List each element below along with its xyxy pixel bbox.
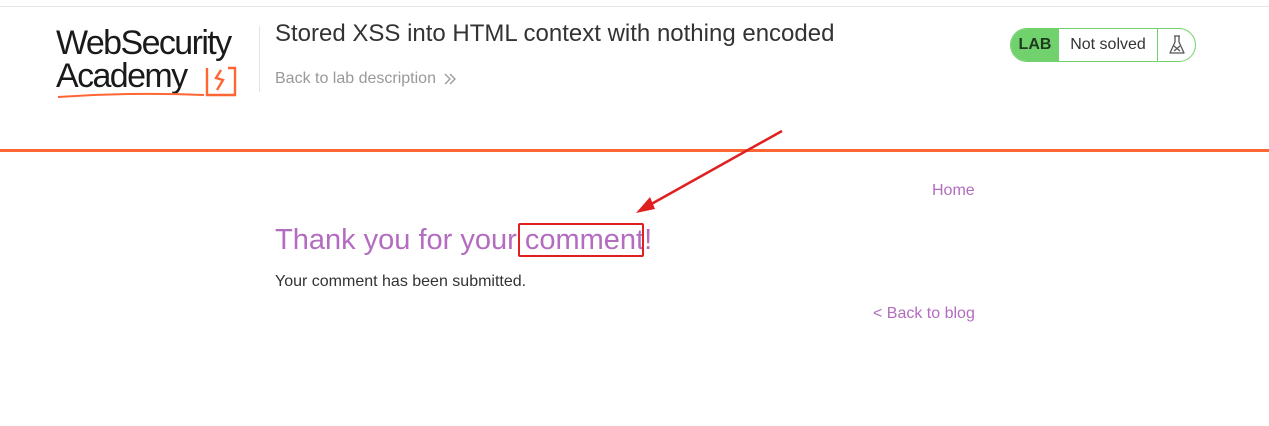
- double-chevron-right-icon: [444, 73, 456, 85]
- logo-underline: [57, 92, 205, 98]
- lab-badge: LAB: [1011, 29, 1059, 61]
- home-link[interactable]: Home: [932, 182, 975, 200]
- back-to-blog-link[interactable]: < Back to blog: [873, 305, 975, 323]
- logo-text-line-1: WebSecurity: [56, 24, 232, 62]
- flask-icon: [1158, 29, 1195, 61]
- logo-lightning-icon: [205, 66, 237, 97]
- header-divider: [259, 26, 260, 92]
- back-to-lab-description-link[interactable]: Back to lab description: [275, 70, 456, 88]
- lab-title: Stored XSS into HTML context with nothin…: [275, 20, 835, 47]
- confirmation-message: Your comment has been submitted.: [275, 273, 527, 290]
- logo-text-line-2: Academy: [56, 57, 188, 95]
- header-orange-rule: [0, 149, 1269, 152]
- back-to-lab-description-label: Back to lab description: [275, 70, 436, 87]
- lab-status-text: Not solved: [1059, 29, 1158, 61]
- lab-status-widget: LAB Not solved: [1010, 28, 1196, 62]
- web-security-academy-logo[interactable]: WebSecurity Academy: [56, 26, 256, 100]
- lab-header: WebSecurity Academy Stored XSS into HTML…: [0, 0, 1269, 150]
- annotation-highlight-box: [518, 223, 644, 257]
